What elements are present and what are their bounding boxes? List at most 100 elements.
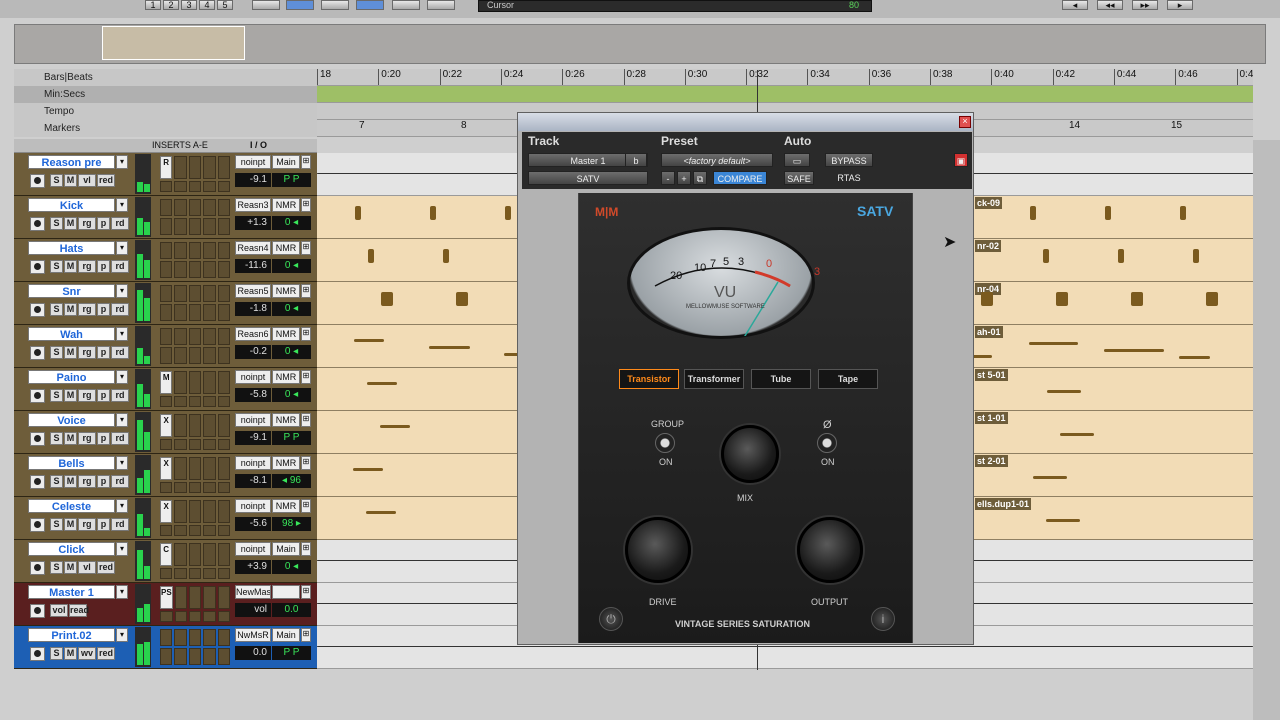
track-button[interactable]: p [97, 389, 110, 402]
track-button[interactable]: vl [78, 561, 96, 574]
track-button[interactable]: rd [111, 303, 129, 316]
forward-button[interactable]: ▸▸ [1132, 0, 1158, 10]
insert-slot[interactable] [174, 261, 187, 278]
insert-slot[interactable] [174, 457, 187, 480]
track-header[interactable]: Snr ▾ S Mrg p rd Reasn5 NMR ⊞ -1.8 0 ◂ [14, 282, 317, 325]
pan-readout[interactable]: P P [272, 646, 311, 660]
plugin-titlebar[interactable] [518, 113, 973, 131]
track-button[interactable]: rg [78, 260, 96, 273]
track-name[interactable]: Celeste [28, 499, 115, 513]
chevron-down-icon[interactable]: ▾ [116, 499, 128, 513]
insert-slot[interactable] [203, 438, 216, 450]
clip-name[interactable]: ck-09 [975, 197, 1003, 209]
insert-slot[interactable] [203, 610, 216, 622]
chevron-down-icon[interactable]: ▾ [116, 155, 128, 169]
midi-note[interactable] [380, 425, 410, 428]
insert-slot[interactable] [160, 242, 173, 259]
insert-slot[interactable] [174, 629, 187, 646]
insert-slot[interactable] [217, 371, 230, 394]
io-extra-button[interactable]: ⊞ [301, 155, 311, 169]
insert-slot[interactable] [217, 567, 230, 579]
min-secs-ruler[interactable] [317, 86, 1253, 103]
midi-note[interactable] [1033, 476, 1067, 479]
track-header[interactable]: Reason pre ▾ S Mvl red R noinpt Main ⊞ -9.… [14, 153, 317, 196]
pan-readout[interactable]: 0.0 [272, 603, 311, 617]
insert-slot[interactable] [217, 218, 230, 235]
track-name[interactable]: Snr [28, 284, 115, 298]
grabber-tool-button[interactable] [321, 0, 349, 10]
input-selector[interactable]: NewMasterRc [235, 585, 271, 599]
input-selector[interactable]: Reasn5 [235, 284, 271, 298]
insert-slot[interactable]: C [160, 543, 173, 566]
track-button[interactable]: p [97, 217, 110, 230]
track-button[interactable]: M [64, 647, 77, 660]
record-icon[interactable] [30, 604, 45, 618]
insert-slot[interactable] [160, 261, 173, 278]
insert-slot[interactable] [174, 347, 187, 364]
insert-slot[interactable] [217, 629, 230, 646]
insert-slot[interactable] [188, 285, 202, 302]
track-name[interactable]: Bells [28, 456, 115, 470]
safe-button[interactable]: SAFE [784, 171, 814, 185]
track-button[interactable]: p [97, 303, 110, 316]
insert-slot[interactable] [217, 156, 230, 179]
io-extra-button[interactable]: ⊞ [301, 284, 311, 298]
track-header[interactable]: Celeste ▾ S Mrg p rd X noinpt NMR ⊞ -5.6 98… [14, 497, 317, 540]
insert-slot[interactable] [188, 261, 202, 278]
insert-slot[interactable] [217, 347, 230, 364]
volume-readout[interactable]: -5.6 [235, 517, 271, 531]
back-button[interactable]: ◂◂ [1097, 0, 1123, 10]
volume-readout[interactable]: +1.3 [235, 216, 271, 230]
insert-slot[interactable] [160, 395, 173, 407]
track-button[interactable]: p [97, 518, 110, 531]
midi-note[interactable] [443, 249, 449, 263]
io-extra-button[interactable]: ⊞ [301, 542, 311, 556]
rewind-button[interactable]: ◂ [1062, 0, 1088, 10]
insert-slot[interactable] [203, 328, 216, 345]
input-selector[interactable]: noinpt [235, 499, 271, 513]
insert-slot[interactable] [174, 156, 187, 179]
midi-note[interactable] [1056, 292, 1068, 306]
track-button[interactable]: p [97, 260, 110, 273]
midi-note[interactable] [381, 292, 393, 306]
insert-slot[interactable] [160, 180, 173, 192]
record-icon[interactable] [30, 561, 45, 575]
track-button[interactable]: p [97, 432, 110, 445]
record-icon[interactable] [30, 389, 45, 403]
insert-slot[interactable] [188, 457, 202, 480]
insert-slot[interactable] [174, 481, 187, 493]
insert-slot[interactable] [203, 218, 216, 235]
record-icon[interactable] [30, 647, 45, 661]
volume-readout[interactable]: 0.0 [235, 646, 271, 660]
pencil-tool-button[interactable] [392, 0, 420, 10]
midi-note[interactable] [1131, 292, 1143, 306]
insert-slot[interactable] [174, 567, 187, 579]
track-button[interactable]: M [64, 260, 77, 273]
midi-note[interactable] [367, 382, 397, 385]
insert-slot[interactable] [188, 481, 202, 493]
insert-slot[interactable] [217, 524, 230, 536]
insert-slot[interactable] [188, 500, 202, 523]
record-icon[interactable] [30, 432, 45, 446]
track-button[interactable]: S [50, 303, 63, 316]
insert-slot[interactable] [217, 261, 230, 278]
midi-note[interactable] [429, 346, 470, 349]
insert-slot[interactable] [188, 156, 202, 179]
pan-readout[interactable]: ◂ 96 [272, 474, 311, 488]
next-preset-button[interactable]: + [677, 171, 691, 185]
scrub-tool-button[interactable] [356, 0, 384, 10]
chevron-down-icon[interactable]: ▾ [116, 413, 128, 427]
compare-button[interactable]: COMPARE [713, 171, 767, 185]
insert-slot[interactable] [174, 543, 187, 566]
insert-slot[interactable] [174, 586, 187, 609]
midi-note[interactable] [505, 206, 511, 220]
insert-slot[interactable] [217, 328, 230, 345]
track-button[interactable]: p [97, 346, 110, 359]
midi-note[interactable] [981, 292, 993, 306]
insert-slot[interactable] [217, 481, 230, 493]
track-header[interactable]: Wah ▾ S Mrg p rd Reasn6 NMR ⊞ -0.2 0 ◂ [14, 325, 317, 368]
input-selector[interactable]: noinpt [235, 542, 271, 556]
midi-note[interactable] [366, 511, 396, 514]
insert-slot[interactable] [160, 524, 173, 536]
output-selector[interactable]: NMR [272, 241, 300, 255]
